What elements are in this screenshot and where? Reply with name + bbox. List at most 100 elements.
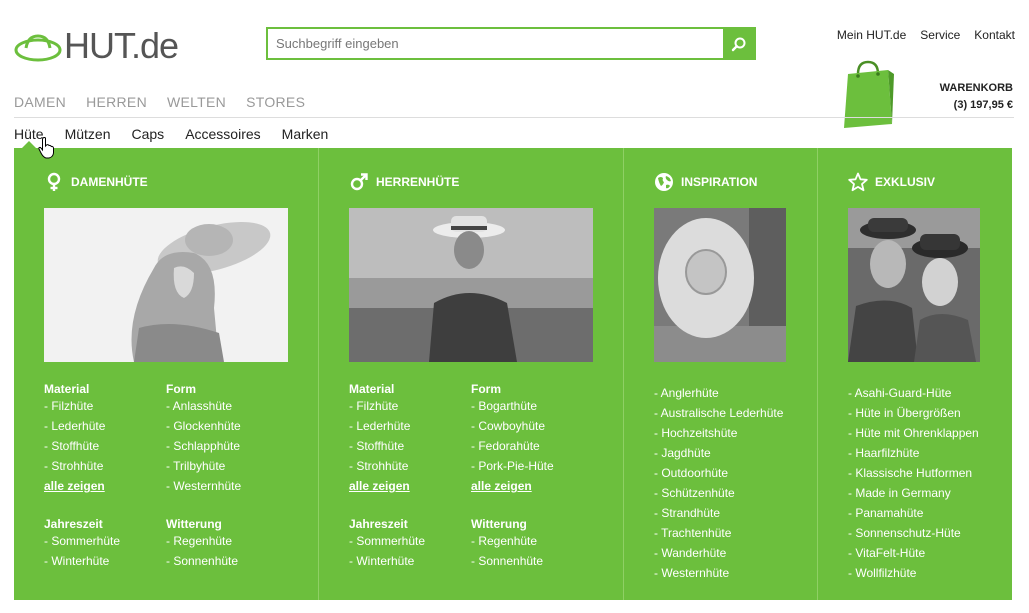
nav-stores[interactable]: STORES (246, 94, 305, 110)
link-item[interactable]: - Klassische Hutformen (848, 463, 979, 483)
male-icon (350, 173, 368, 191)
cart-label: WARENKORB (939, 82, 1013, 94)
column-header-exklusiv[interactable]: EXKLUSIV (848, 172, 935, 192)
column-divider (817, 148, 818, 600)
link-item[interactable]: - Asahi-Guard-Hüte (848, 383, 979, 403)
search-button[interactable] (723, 29, 754, 58)
link-item[interactable]: - Trilbyhüte (166, 456, 241, 476)
link-item[interactable]: - Pork-Pie-Hüte (471, 456, 554, 476)
link-item[interactable]: - Bogarthüte (471, 396, 554, 416)
shopping-bag-icon[interactable] (842, 60, 894, 130)
link-item[interactable]: - Wanderhüte (654, 543, 783, 563)
herren-material-group: Material - Filzhüte - Lederhüte - Stoffh… (349, 382, 410, 496)
group-title: Material (349, 382, 395, 396)
herren-form-group: Form - Bogarthüte - Cowboyhüte - Fedorah… (471, 382, 554, 496)
menu-caret (21, 141, 37, 149)
link-item[interactable]: - Fedorahüte (471, 436, 554, 456)
exklusiv-links: - Asahi-Guard-Hüte - Hüte in Übergrößen … (848, 383, 979, 583)
subnav-marken[interactable]: Marken (282, 126, 329, 142)
link-item[interactable]: - Panamahüte (848, 503, 979, 523)
group-title: Material (44, 382, 90, 396)
link-item[interactable]: - Haarfilzhüte (848, 443, 979, 463)
link-item[interactable]: - Sommerhüte (349, 531, 425, 551)
link-item[interactable]: - VitaFelt-Hüte (848, 543, 979, 563)
link-item[interactable]: - Jagdhüte (654, 443, 783, 463)
nav-damen[interactable]: DAMEN (14, 94, 66, 110)
damen-witterung-group: Witterung - Regenhüte - Sonnenhüte (166, 517, 238, 571)
link-item[interactable]: - Anglerhüte (654, 383, 783, 403)
link-item[interactable]: - Cowboyhüte (471, 416, 554, 436)
column-header-herrenhuete[interactable]: HERRENHÜTE (349, 172, 459, 192)
subnav-accessoires[interactable]: Accessoires (185, 126, 260, 142)
cart-total: (3) 197,95 € (953, 99, 1013, 111)
link-item[interactable]: - Westernhüte (166, 476, 241, 496)
group-title: Witterung (471, 517, 527, 531)
column-header-damenhuete[interactable]: DAMENHÜTE (44, 172, 148, 192)
link-item[interactable]: - Stoffhüte (349, 436, 410, 456)
link-item[interactable]: - Winterhüte (349, 551, 425, 571)
show-all-link[interactable]: alle zeigen (44, 476, 105, 496)
search-box (266, 27, 756, 60)
nav-herren[interactable]: HERREN (86, 94, 147, 110)
logo[interactable]: HUT.de (14, 28, 179, 64)
damen-form-group: Form - Anlasshüte - Glockenhüte - Schlap… (166, 382, 241, 496)
link-item[interactable]: - Outdoorhüte (654, 463, 783, 483)
herrenhuete-photo[interactable] (349, 208, 593, 362)
link-item[interactable]: - Lederhüte (44, 416, 105, 436)
star-icon (848, 172, 868, 192)
link-item[interactable]: - Glockenhüte (166, 416, 241, 436)
link-item[interactable]: - Strandhüte (654, 503, 783, 523)
group-title: Jahreszeit (44, 517, 103, 531)
link-item[interactable]: - Strohhüte (44, 456, 105, 476)
column-title: EXKLUSIV (875, 175, 936, 189)
damen-material-group: Material - Filzhüte - Lederhüte - Stoffh… (44, 382, 105, 496)
column-header-inspiration[interactable]: INSPIRATION (654, 172, 757, 192)
link-item[interactable]: - Winterhüte (44, 551, 120, 571)
damenhuete-photo[interactable] (44, 208, 288, 362)
link-item[interactable]: - Anlasshüte (166, 396, 241, 416)
show-all-link[interactable]: alle zeigen (349, 476, 410, 496)
link-item[interactable]: - Hüte in Übergrößen (848, 403, 979, 423)
my-account-link[interactable]: Mein HUT.de (837, 28, 906, 42)
search-input[interactable] (268, 29, 723, 58)
inspiration-links: - Anglerhüte - Australische Lederhüte - … (654, 383, 783, 583)
herren-jahreszeit-group: Jahreszeit - Sommerhüte - Winterhüte (349, 517, 425, 571)
link-item[interactable]: - Sonnenschutz-Hüte (848, 523, 979, 543)
hand-cursor-icon (38, 137, 54, 159)
link-item[interactable]: - Schützenhüte (654, 483, 783, 503)
link-item[interactable]: - Sonnenhüte (166, 551, 238, 571)
search-icon (731, 37, 745, 51)
link-item[interactable]: - Westernhüte (654, 563, 783, 583)
contact-link[interactable]: Kontakt (974, 28, 1015, 42)
herren-witterung-group: Witterung - Regenhüte - Sonnenhüte (471, 517, 543, 571)
link-item[interactable]: - Trachtenhüte (654, 523, 783, 543)
subnav-muetzen[interactable]: Mützen (65, 126, 111, 142)
link-item[interactable]: - Hochzeitshüte (654, 423, 783, 443)
link-item[interactable]: - Regenhüte (471, 531, 543, 551)
inspiration-photo[interactable] (654, 208, 786, 362)
link-item[interactable]: - Lederhüte (349, 416, 410, 436)
nav-welten[interactable]: WELTEN (167, 94, 226, 110)
link-item[interactable]: - Filzhüte (349, 396, 410, 416)
link-item[interactable]: - Sonnenhüte (471, 551, 543, 571)
link-item[interactable]: - Wollfilzhüte (848, 563, 979, 583)
link-item[interactable]: - Hüte mit Ohrenklappen (848, 423, 979, 443)
link-item[interactable]: - Strohhüte (349, 456, 410, 476)
subnav-caps[interactable]: Caps (132, 126, 165, 142)
link-item[interactable]: - Australische Lederhüte (654, 403, 783, 423)
link-item[interactable]: - Filzhüte (44, 396, 105, 416)
group-title: Form (166, 382, 196, 396)
group-title: Form (471, 382, 501, 396)
show-all-link[interactable]: alle zeigen (471, 476, 554, 496)
top-links: Mein HUT.de Service Kontakt (837, 28, 1015, 42)
group-title: Jahreszeit (349, 517, 408, 531)
link-item[interactable]: - Regenhüte (166, 531, 238, 551)
link-item[interactable]: - Made in Germany (848, 483, 979, 503)
service-link[interactable]: Service (920, 28, 960, 42)
link-item[interactable]: - Stoffhüte (44, 436, 105, 456)
link-item[interactable]: - Schlapphüte (166, 436, 241, 456)
link-item[interactable]: - Sommerhüte (44, 531, 120, 551)
exklusiv-photo[interactable] (848, 208, 980, 362)
cart-summary[interactable]: WARENKORB (3) 197,95 € (940, 80, 1013, 114)
column-divider (318, 148, 319, 600)
